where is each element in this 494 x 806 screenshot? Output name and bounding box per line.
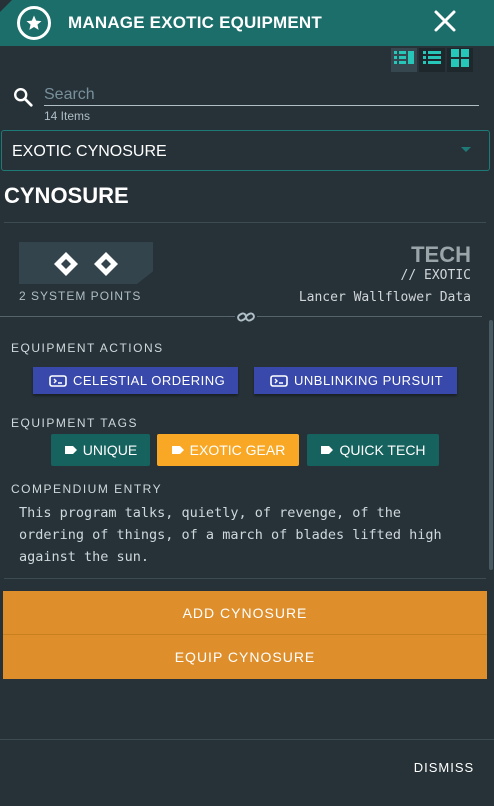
footer-divider [0,739,494,740]
grid-view-button[interactable] [447,48,473,72]
add-item-button[interactable]: ADD CYNOSURE [3,591,487,635]
system-point-icon [93,251,119,277]
action-button-label: UNBLINKING PURSUIT [294,373,444,388]
header-divider [4,222,486,223]
tag-unique[interactable]: UNIQUE [51,434,150,466]
system-points-label: 2 SYSTEM POINTS [19,289,142,303]
category-select-value: EXOTIC CYNOSURE [12,143,167,160]
chain-link-icon [235,309,257,330]
dismiss-button[interactable]: DISMISS [404,754,484,780]
item-type: TECH [411,242,471,267]
chevron-down-icon [461,147,471,152]
list-detail-view-button[interactable] [391,48,417,72]
tag-icon [171,445,185,455]
equipment-tags-label: EQUIPMENT TAGS [11,416,139,430]
compendium-text: This program talks, quietly, of revenge,… [19,505,442,565]
compendium-label: COMPENDIUM ENTRY [11,482,163,496]
system-points-box [19,242,153,284]
list-icon [423,50,441,71]
close-icon[interactable] [433,9,457,38]
search-input[interactable] [44,84,479,106]
category-select[interactable]: EXOTIC CYNOSURE [1,130,490,171]
scrollbar[interactable] [489,320,493,570]
action-button-label: CELESTIAL ORDERING [73,373,226,388]
list-view-button[interactable] [419,48,445,72]
dialog-title: MANAGE EXOTIC EQUIPMENT [68,13,322,32]
system-point-icon [53,251,79,277]
item-title: CYNOSURE [4,183,129,208]
search-icon [12,86,34,113]
tech-action-icon [270,374,288,387]
title-bar-notch [0,0,12,12]
tag-exotic-gear[interactable]: EXOTIC GEAR [157,434,299,466]
item-rarity: // EXOTIC [400,268,471,283]
grid-icon [451,48,469,72]
star-icon [17,6,51,40]
item-source: Lancer Wallflower Data [298,290,471,305]
close-button[interactable] [430,8,460,38]
dialog-title-bar: MANAGE EXOTIC EQUIPMENT [0,0,494,46]
tag-quick-tech[interactable]: QUICK TECH [307,434,439,466]
list-detail-icon [394,50,414,71]
view-toggle-group [391,48,473,72]
action-button-celestial-ordering[interactable]: CELESTIAL ORDERING [33,367,238,394]
equip-item-button[interactable]: EQUIP CYNOSURE [3,635,487,679]
equipment-actions-label: EQUIPMENT ACTIONS [11,341,164,355]
tag-label: QUICK TECH [339,442,426,458]
tag-label: UNIQUE [82,442,138,458]
tag-icon [320,445,334,455]
tag-icon [64,445,78,455]
action-button-unblinking-pursuit[interactable]: UNBLINKING PURSUIT [254,367,457,394]
tech-action-icon [49,374,67,387]
item-count: 14 Items [44,109,91,123]
compendium-divider [4,578,486,579]
tag-label: EXOTIC GEAR [189,442,286,458]
